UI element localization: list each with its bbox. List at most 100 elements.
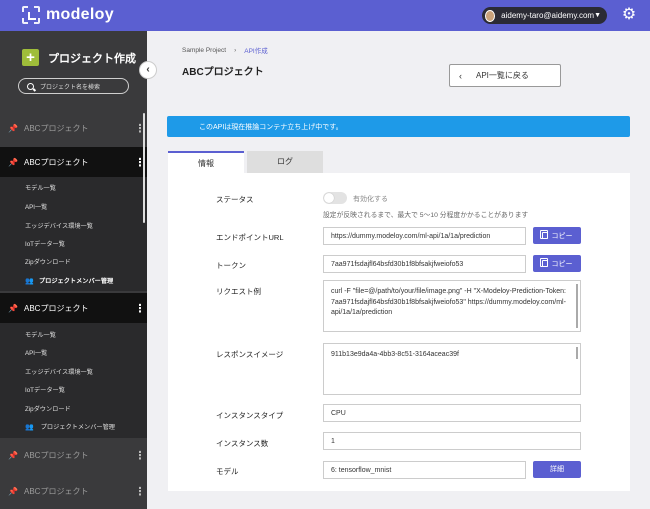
request-example-textarea[interactable]: curl -F "file=@/path/to/your/file/image.… — [323, 280, 581, 332]
request-example-value: curl -F "file=@/path/to/your/file/image.… — [331, 288, 566, 316]
user-menu[interactable]: aidemy-taro@aidemy.com ▼ — [482, 7, 607, 24]
sidebar-project-item[interactable]: 📌 ABCプロジェクト ⋮ — [0, 476, 147, 506]
copy-token-button[interactable]: コピー — [533, 255, 581, 272]
sidebar-item-members[interactable]: 👥 プロジェクトメンバー管理 — [25, 422, 115, 434]
copy-endpoint-button[interactable]: コピー — [533, 227, 581, 244]
members-icon: 👥 — [25, 424, 34, 431]
sidebar-item-edge-devices[interactable]: エッジデバイス環境一覧 — [25, 367, 93, 379]
app-name: modeloy — [46, 6, 114, 23]
sidebar-scrollbar[interactable] — [143, 113, 145, 223]
sidebar-project-item[interactable]: 📌 ABCプロジェクト ⋮ — [0, 293, 147, 323]
sidebar-submenu — [0, 177, 147, 291]
info-panel: ステータス 有効化する 設定が反映されるまで、最大で 5〜10 分程度かかること… — [168, 173, 630, 491]
main-content: Sample Project › API作成 ABCプロジェクト ‹ API一覧… — [147, 31, 650, 509]
back-to-api-list-button[interactable]: ‹ API一覧に戻る — [449, 64, 561, 87]
sidebar-item-members[interactable]: 👥 プロジェクトメンバー管理 — [25, 276, 113, 288]
token-value: 7aa971fsdajfl64bsfd30b1f8bfsakjfweiofo53 — [331, 260, 464, 268]
sidebar-top: + プロジェクト作成 プロジェクト名を検索 — [0, 31, 147, 111]
kebab-menu-icon[interactable]: ⋮ — [133, 485, 147, 498]
status-note: 設定が反映されるまで、最大で 5〜10 分程度かかることがあります — [323, 212, 529, 219]
endpoint-field[interactable]: https://dummy.modeloy.com/ml-api/1a/1a/p… — [323, 227, 526, 245]
textarea-scrollbar[interactable] — [576, 284, 578, 328]
token-field[interactable]: 7aa971fsdajfl64bsfd30b1f8bfsakjfweiofo53 — [323, 255, 526, 273]
textarea-scrollbar[interactable] — [576, 347, 578, 359]
response-image-textarea[interactable]: 911b13e9da4a-4bb3-8c51-3164aceac39f — [323, 343, 581, 395]
pin-icon: 📌 — [8, 157, 18, 167]
chevron-down-icon: ▼ — [594, 12, 601, 19]
sidebar-item-iot-data[interactable]: IoTデーター覧 — [25, 385, 65, 397]
sidebar-item-members-label: プロジェクトメンバー管理 — [39, 278, 114, 285]
sidebar-item-iot-data[interactable]: IoTデーター覧 — [25, 239, 65, 251]
sidebar-item-apis[interactable]: API一覧 — [25, 348, 47, 360]
tab-log[interactable]: ログ — [247, 151, 323, 173]
sidebar-project-item[interactable]: 📌 ABCプロジェクト ⋮ — [0, 113, 147, 143]
sidebar: + プロジェクト作成 プロジェクト名を検索 📌 ABCプロジェクト ⋮ 📌 AB… — [0, 31, 147, 509]
sidebar-project-item[interactable]: 📌 ABCプロジェクト ⋮ — [0, 440, 147, 470]
instance-type-label: インスタンスタイプ — [216, 411, 284, 420]
sidebar-project-name: ABCプロジェクト — [24, 157, 89, 167]
sidebar-item-models[interactable]: モデル一覧 — [25, 183, 56, 195]
page-title: ABCプロジェクト — [182, 67, 264, 78]
project-search-placeholder: プロジェクト名を検索 — [40, 84, 101, 91]
sidebar-item-zip-download[interactable]: Zipダウンロード — [25, 257, 71, 269]
create-project-label: プロジェクト作成 — [48, 52, 136, 65]
copy-button-label: コピー — [551, 232, 573, 240]
sidebar-collapse-button[interactable]: ‹ — [139, 61, 157, 79]
copy-button-label: コピー — [551, 260, 573, 268]
app-logo[interactable]: modeloy — [22, 6, 114, 24]
pin-icon: 📌 — [8, 123, 18, 133]
instance-count-field[interactable]: 1 — [323, 432, 581, 450]
gear-icon[interactable]: ⚙ — [621, 7, 637, 23]
sidebar-item-models[interactable]: モデル一覧 — [25, 330, 56, 342]
user-email: aidemy-taro@aidemy.com — [501, 11, 595, 20]
model-field[interactable]: 6: tensorflow_mnist — [323, 461, 526, 479]
token-label: トークン — [216, 261, 246, 270]
instance-type-value: CPU — [331, 409, 346, 417]
endpoint-value: https://dummy.modeloy.com/ml-api/1a/1a/p… — [331, 232, 491, 240]
pin-icon: 📌 — [8, 303, 18, 313]
instance-type-field[interactable]: CPU — [323, 404, 581, 422]
model-value: 6: tensorflow_mnist — [331, 466, 392, 474]
endpoint-label: エンドポイントURL — [216, 233, 284, 242]
status-label: ステータス — [216, 195, 254, 204]
sidebar-item-edge-devices[interactable]: エッジデバイス環境一覧 — [25, 221, 93, 233]
copy-icon — [539, 258, 548, 267]
sidebar-item-members-label: プロジェクトメンバー管理 — [40, 424, 115, 431]
status-toggle-label: 有効化する — [353, 196, 388, 203]
kebab-menu-icon[interactable]: ⋮ — [133, 302, 147, 315]
sidebar-submenu — [0, 323, 147, 438]
project-search-input[interactable]: プロジェクト名を検索 — [18, 78, 129, 94]
sidebar-project-name: ABCプロジェクト — [24, 450, 89, 460]
copy-icon — [539, 230, 548, 239]
create-project-button[interactable]: + プロジェクト作成 — [22, 49, 136, 66]
search-icon — [27, 82, 34, 90]
model-detail-button[interactable]: 詳細 — [533, 461, 581, 478]
chevron-left-icon: ‹ — [459, 70, 462, 81]
breadcrumb-project[interactable]: Sample Project — [182, 47, 226, 54]
kebab-menu-icon[interactable]: ⋮ — [133, 449, 147, 462]
sidebar-project-name: ABCプロジェクト — [24, 303, 89, 313]
logo-icon — [22, 6, 40, 24]
model-label: モデル — [216, 467, 239, 476]
sidebar-project-name: ABCプロジェクト — [24, 486, 89, 496]
pin-icon: 📌 — [8, 486, 18, 496]
chevron-right-icon: › — [234, 46, 237, 54]
pin-icon: 📌 — [8, 450, 18, 460]
response-image-label: レスポンスイメージ — [216, 350, 284, 359]
sidebar-project-name: ABCプロジェクト — [24, 123, 89, 133]
response-image-value: 911b13e9da4a-4bb3-8c51-3164aceac39f — [331, 351, 459, 358]
sidebar-project-item[interactable]: 📌 ABCプロジェクト ⋮ — [0, 147, 147, 177]
status-banner: このAPIは現在推論コンテナ立ち上げ中です。 — [167, 116, 630, 137]
sidebar-item-apis[interactable]: API一覧 — [25, 202, 47, 214]
sidebar-item-zip-download[interactable]: Zipダウンロード — [25, 404, 71, 416]
plus-icon: + — [22, 49, 39, 66]
tab-info[interactable]: 情報 — [168, 151, 244, 173]
back-button-label: API一覧に戻る — [476, 71, 529, 80]
instance-count-value: 1 — [331, 437, 335, 445]
breadcrumb: Sample Project › API作成 — [182, 45, 268, 56]
app-header: modeloy aidemy-taro@aidemy.com ▼ ⚙ — [0, 0, 650, 31]
breadcrumb-current: API作成 — [244, 48, 268, 55]
avatar — [485, 9, 496, 22]
status-toggle[interactable] — [323, 192, 347, 204]
request-example-label: リクエスト例 — [216, 287, 261, 296]
